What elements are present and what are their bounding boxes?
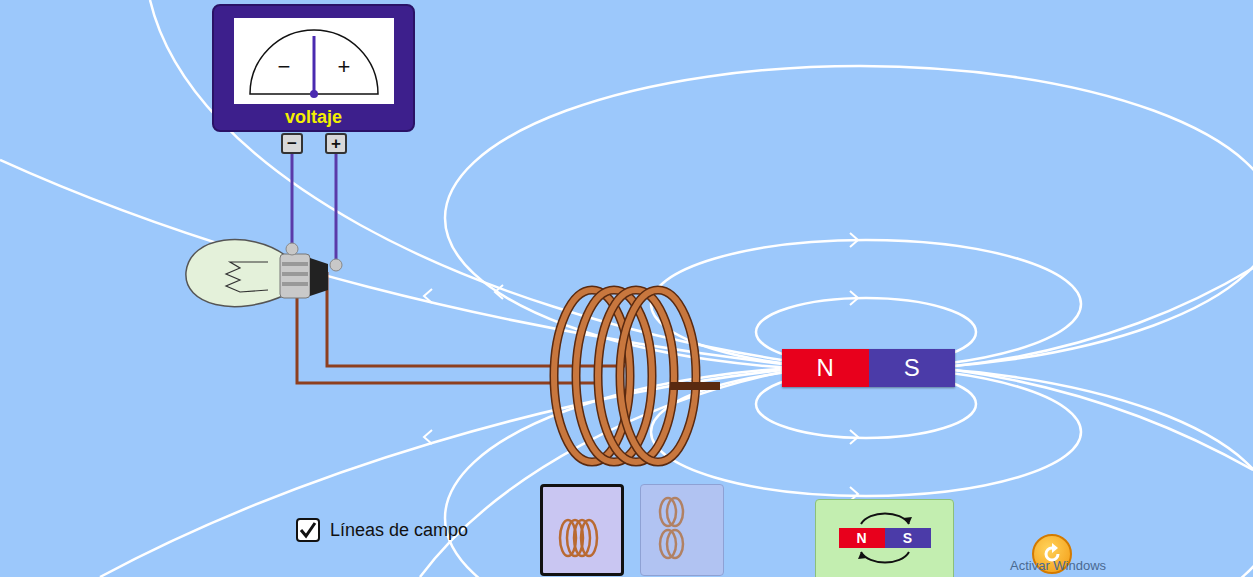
field-lines-checkbox[interactable] <box>296 518 320 542</box>
voltmeter-terminal: − <box>281 133 303 154</box>
field-arrow-icon <box>495 285 503 299</box>
field-arrow-icon <box>424 289 432 303</box>
voltmeter-dial: −+ <box>234 18 394 104</box>
voltmeter-terminal: + <box>325 133 347 154</box>
svg-text:+: + <box>337 54 350 79</box>
voltmeter-terminals: −+ <box>281 133 347 154</box>
scene-drawing <box>0 0 1253 577</box>
coil-option[interactable] <box>540 484 624 576</box>
coil-icon <box>652 492 712 568</box>
voltmeter-needle <box>312 36 315 94</box>
magnet-north: N <box>782 349 869 387</box>
field-lines <box>0 0 1253 577</box>
flip-magnet-graphic: NS <box>839 512 931 564</box>
mini-south: S <box>885 528 931 548</box>
simulation-canvas: −+voltaje−+NSLíneas de campoNSActivar Wi… <box>0 0 1253 577</box>
field-arrow-icon <box>850 430 858 444</box>
flip-magnet-button[interactable]: NS <box>815 499 954 577</box>
coil-icon <box>552 492 612 568</box>
checkmark-icon <box>299 521 317 539</box>
field-lines-toggle[interactable]: Líneas de campo <box>296 518 468 542</box>
flip-arrows-icon <box>839 512 931 564</box>
voltmeter-title: voltaje <box>285 106 342 128</box>
coil-option[interactable] <box>640 484 724 576</box>
watermark: Activar Windows <box>1010 558 1106 573</box>
coil[interactable] <box>554 290 720 462</box>
bar-magnet[interactable]: NS <box>782 349 955 387</box>
svg-text:−: − <box>277 54 290 79</box>
field-arrow-icon <box>424 430 432 444</box>
coil-picker <box>540 484 724 576</box>
voltmeter: −+voltaje <box>212 4 415 132</box>
field-arrow-icon <box>850 291 858 305</box>
field-arrow-icon <box>850 233 858 247</box>
mini-north: N <box>839 528 885 548</box>
field-lines-label: Líneas de campo <box>330 520 468 541</box>
magnet-south: S <box>869 349 956 387</box>
voltmeter-wires <box>292 154 336 262</box>
light-bulb <box>186 240 342 307</box>
